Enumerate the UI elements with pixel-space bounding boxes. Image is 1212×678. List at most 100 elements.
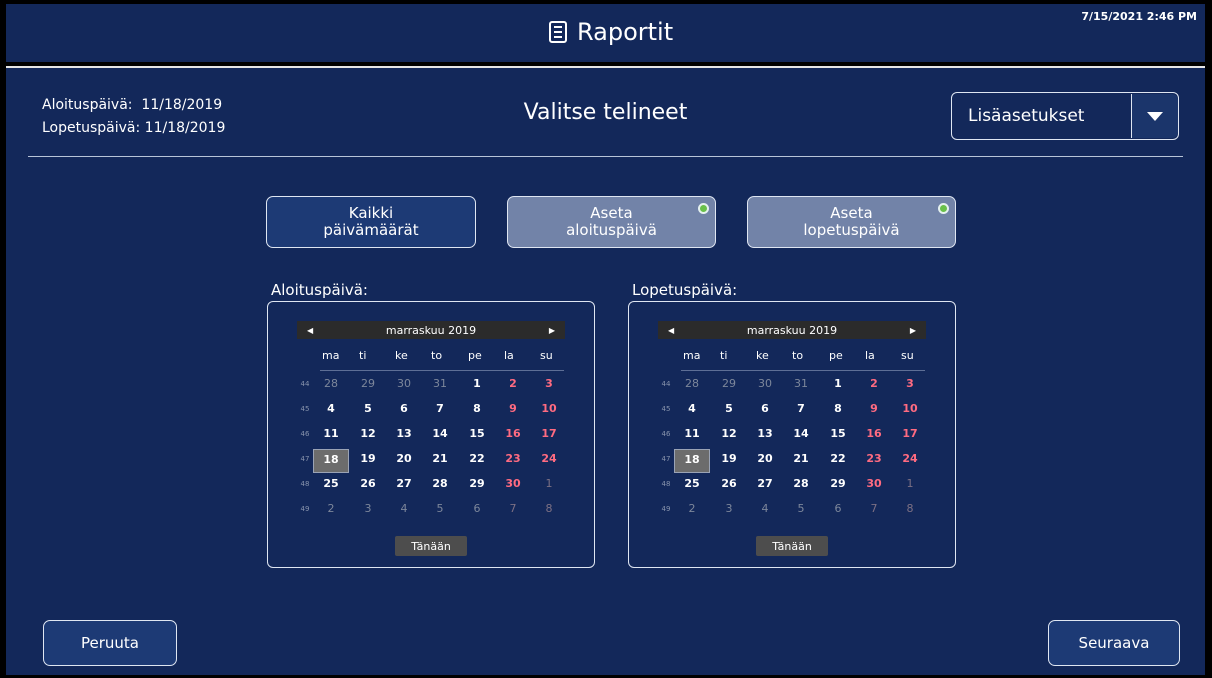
day-cell[interactable]: 8 (827, 402, 849, 415)
day-cell[interactable]: 2 (863, 377, 885, 390)
day-cell[interactable]: 18 (674, 449, 710, 473)
day-cell[interactable]: 4 (754, 502, 776, 515)
day-cell[interactable]: 8 (538, 502, 560, 515)
day-cell[interactable]: 15 (827, 427, 849, 440)
day-cell[interactable]: 13 (754, 427, 776, 440)
chevron-right-icon[interactable]: ▶ (910, 326, 916, 335)
day-cell[interactable]: 26 (718, 477, 740, 490)
chevron-left-icon[interactable]: ◀ (307, 326, 313, 335)
day-cell[interactable]: 3 (718, 502, 740, 515)
day-cell[interactable]: 1 (899, 477, 921, 490)
day-cell[interactable]: 5 (429, 502, 451, 515)
day-cell[interactable]: 14 (790, 427, 812, 440)
day-cell[interactable]: 18 (313, 449, 349, 473)
day-cell[interactable]: 21 (429, 452, 451, 465)
day-cell[interactable]: 21 (790, 452, 812, 465)
day-cell[interactable]: 13 (393, 427, 415, 440)
day-cell[interactable]: 9 (502, 402, 524, 415)
set-end-date-button[interactable]: Aseta lopetuspäivä (747, 196, 956, 248)
day-cell[interactable]: 5 (790, 502, 812, 515)
day-cell[interactable]: 5 (718, 402, 740, 415)
day-cell[interactable]: 12 (357, 427, 379, 440)
day-cell[interactable]: 28 (790, 477, 812, 490)
day-cell[interactable]: 10 (538, 402, 560, 415)
day-cell[interactable]: 22 (466, 452, 488, 465)
day-cell[interactable]: 29 (718, 377, 740, 390)
day-cell[interactable]: 29 (466, 477, 488, 490)
day-cell[interactable]: 30 (863, 477, 885, 490)
day-cell[interactable]: 28 (681, 377, 703, 390)
day-cell[interactable]: 27 (393, 477, 415, 490)
day-cell[interactable]: 28 (429, 477, 451, 490)
day-cell[interactable]: 3 (357, 502, 379, 515)
dropdown-toggle[interactable] (1131, 94, 1178, 138)
day-cell[interactable]: 30 (502, 477, 524, 490)
day-cell[interactable]: 25 (681, 477, 703, 490)
day-cell[interactable]: 2 (320, 502, 342, 515)
day-cell[interactable]: 14 (429, 427, 451, 440)
day-cell[interactable]: 3 (538, 377, 560, 390)
day-cell[interactable]: 1 (538, 477, 560, 490)
day-cell[interactable]: 26 (357, 477, 379, 490)
day-cell[interactable]: 19 (357, 452, 379, 465)
day-cell[interactable]: 23 (863, 452, 885, 465)
advanced-settings-dropdown[interactable]: Lisäasetukset (951, 92, 1179, 140)
day-cell[interactable]: 20 (393, 452, 415, 465)
day-cell[interactable]: 19 (718, 452, 740, 465)
day-cell[interactable]: 31 (790, 377, 812, 390)
weekday-label: to (792, 349, 804, 362)
status-indicator-icon (698, 203, 709, 214)
week-row: 45 4 5 6 7 8 9 10 (297, 399, 565, 419)
day-cell[interactable]: 7 (429, 402, 451, 415)
today-button[interactable]: Tänään (756, 536, 828, 556)
day-cell[interactable]: 29 (357, 377, 379, 390)
day-cell[interactable]: 8 (466, 402, 488, 415)
day-cell[interactable]: 23 (502, 452, 524, 465)
cancel-button[interactable]: Peruuta (43, 620, 177, 666)
day-cell[interactable]: 11 (320, 427, 342, 440)
day-cell[interactable]: 6 (827, 502, 849, 515)
set-start-date-button[interactable]: Aseta aloituspäivä (507, 196, 716, 248)
day-cell[interactable]: 29 (827, 477, 849, 490)
day-cell[interactable]: 10 (899, 402, 921, 415)
day-cell[interactable]: 8 (899, 502, 921, 515)
day-cell[interactable]: 2 (502, 377, 524, 390)
day-cell[interactable]: 2 (681, 502, 703, 515)
day-cell[interactable]: 4 (320, 402, 342, 415)
chevron-right-icon[interactable]: ▶ (549, 326, 555, 335)
day-cell[interactable]: 20 (754, 452, 776, 465)
day-cell[interactable]: 30 (754, 377, 776, 390)
day-cell[interactable]: 15 (466, 427, 488, 440)
day-cell[interactable]: 25 (320, 477, 342, 490)
day-cell[interactable]: 9 (863, 402, 885, 415)
day-cell[interactable]: 24 (538, 452, 560, 465)
day-cell[interactable]: 16 (502, 427, 524, 440)
day-cell[interactable]: 1 (827, 377, 849, 390)
day-cell[interactable]: 7 (790, 402, 812, 415)
day-cell[interactable]: 7 (502, 502, 524, 515)
next-button[interactable]: Seuraava (1048, 620, 1180, 666)
day-cell[interactable]: 6 (754, 402, 776, 415)
chevron-left-icon[interactable]: ◀ (668, 326, 674, 335)
day-cell[interactable]: 12 (718, 427, 740, 440)
day-cell[interactable]: 31 (429, 377, 451, 390)
today-button[interactable]: Tänään (395, 536, 467, 556)
day-cell[interactable]: 4 (681, 402, 703, 415)
all-dates-button[interactable]: Kaikki päivämäärät (266, 196, 476, 248)
day-cell[interactable]: 24 (899, 452, 921, 465)
day-cell[interactable]: 6 (393, 402, 415, 415)
day-cell[interactable]: 6 (466, 502, 488, 515)
day-cell[interactable]: 11 (681, 427, 703, 440)
day-cell[interactable]: 30 (393, 377, 415, 390)
day-cell[interactable]: 5 (357, 402, 379, 415)
day-cell[interactable]: 22 (827, 452, 849, 465)
day-cell[interactable]: 17 (538, 427, 560, 440)
day-cell[interactable]: 3 (899, 377, 921, 390)
day-cell[interactable]: 27 (754, 477, 776, 490)
day-cell[interactable]: 1 (466, 377, 488, 390)
day-cell[interactable]: 7 (863, 502, 885, 515)
day-cell[interactable]: 4 (393, 502, 415, 515)
day-cell[interactable]: 17 (899, 427, 921, 440)
day-cell[interactable]: 28 (320, 377, 342, 390)
day-cell[interactable]: 16 (863, 427, 885, 440)
